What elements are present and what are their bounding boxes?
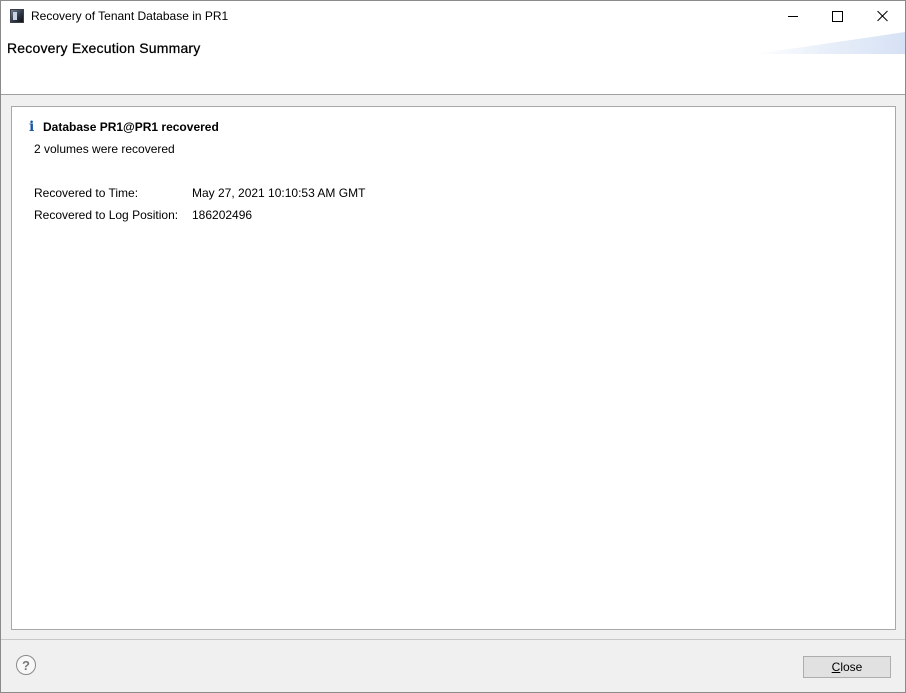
window-title: Recovery of Tenant Database in PR1 [31,9,229,23]
help-button[interactable]: ? [16,655,36,675]
dialog-window: Recovery of Tenant Database in PR1 Recov… [0,0,906,693]
title-bar[interactable]: Recovery of Tenant Database in PR1 [1,1,905,32]
maximize-button[interactable] [815,1,860,31]
maximize-icon [832,10,843,22]
close-button-label: lose [840,660,863,674]
close-button[interactable]: Close [803,656,891,678]
app-icon [10,9,24,23]
window-close-button[interactable] [860,1,905,31]
help-icon: ? [22,657,30,673]
log-position-value: 186202496 [192,208,253,222]
minimize-icon [787,15,798,17]
log-position-label: Recovered to Log Position: [34,208,179,222]
summary-panel: i Database PR1@PR1 recovered 2 volumes w… [11,106,896,630]
minimize-button[interactable] [770,1,815,31]
status-subtitle: 2 volumes were recovered [34,142,175,156]
recovered-time-label: Recovered to Time: [34,186,139,200]
status-title: Database PR1@PR1 recovered [43,120,219,134]
dialog-header-banner: Recovery Execution Summary [1,32,905,95]
page-title: Recovery Execution Summary [7,40,201,56]
banner-decoration [755,32,905,54]
close-icon [877,10,889,22]
recovered-time-value: May 27, 2021 10:10:53 AM GMT [192,186,366,200]
footer-divider [1,639,905,640]
info-icon: i [29,119,35,135]
close-button-mnemonic: C [831,660,841,674]
